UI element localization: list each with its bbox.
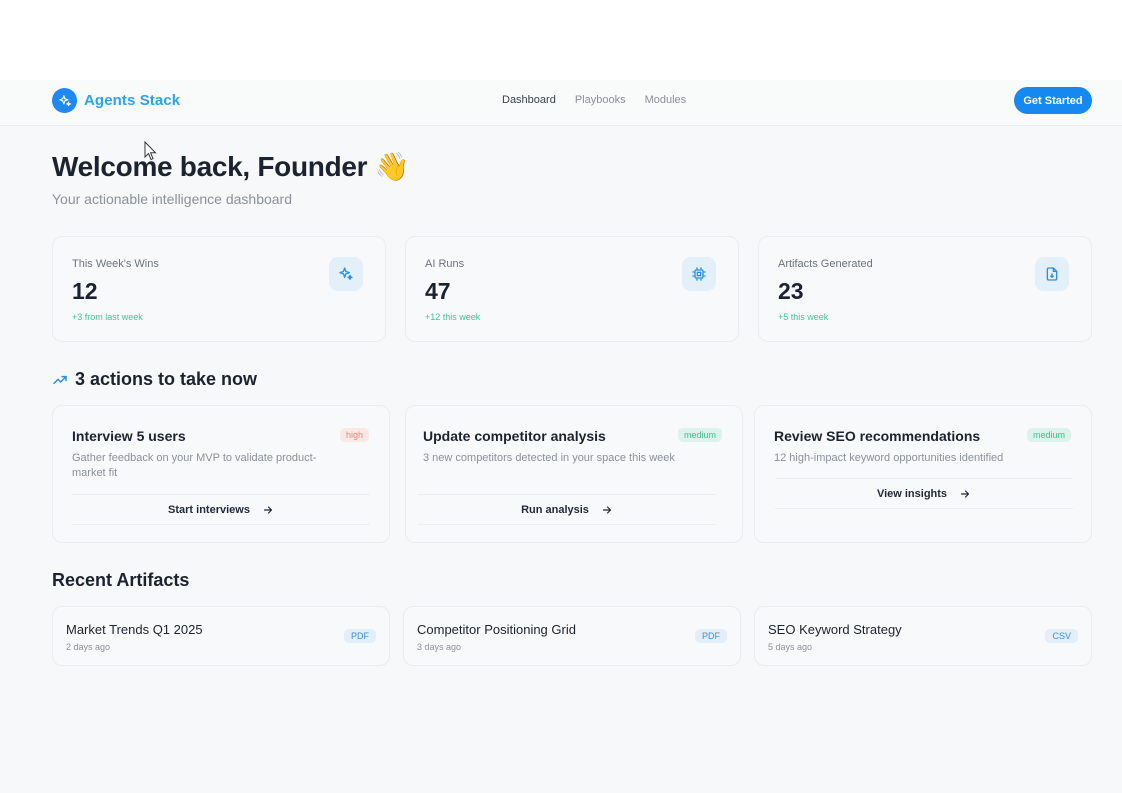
nav-playbooks[interactable]: Playbooks [575,94,626,106]
arrow-right-icon [959,488,971,500]
action-description: Gather feedback on your MVP to validate … [72,452,317,479]
action-title: Update competitor analysis [423,428,606,444]
artifact-name: SEO Keyword Strategy [768,622,902,637]
artifact-date: 3 days ago [417,642,462,652]
action-card-interview: Interview 5 users high Gather feedback o… [52,405,390,543]
artifact-card[interactable]: Competitor Positioning Grid 3 days ago P… [403,606,741,666]
artifact-name: Market Trends Q1 2025 [66,622,203,637]
actions-heading: 3 actions to take now [75,369,258,389]
nav-dashboard[interactable]: Dashboard [502,94,556,106]
action-description: 12 high-impact keyword opportunities ide… [774,452,1004,464]
start-interviews-button[interactable]: Start interviews [72,494,370,525]
artifact-date: 5 days ago [768,642,813,652]
run-analysis-button[interactable]: Run analysis [418,494,716,525]
sparkles-icon [52,88,77,113]
nav-modules[interactable]: Modules [645,94,687,106]
artifact-date: 2 days ago [66,642,111,652]
priority-badge: medium [677,428,722,442]
stat-value: 12 [72,278,98,304]
page-title: Welcome back, Founder 👋 [52,150,410,183]
sparkles-icon [329,257,363,291]
stat-change: +3 from last week [72,312,143,322]
stat-change: +12 this week [425,312,481,322]
file-type-badge: PDF [344,629,376,643]
action-card-competitor: Update competitor analysis medium 3 new … [405,405,743,543]
stat-value: 47 [425,278,451,304]
priority-badge: high [339,428,369,442]
button-label: Start interviews [168,503,250,516]
cpu-icon [682,257,716,291]
actions-section-title: 3 actions to take now [52,369,257,390]
brand-name: Agents Stack [84,92,181,109]
priority-badge: medium [1026,428,1071,442]
stat-label: This Week's Wins [72,258,159,270]
button-label: View insights [876,487,948,500]
stat-change: +5 this week [778,312,829,322]
action-card-seo: Review SEO recommendations medium 12 hig… [754,405,1092,543]
stat-value: 23 [778,278,804,304]
view-insights-button[interactable]: View insights [775,478,1073,509]
stat-card-ai-runs: AI Runs 47 +12 this week [405,236,739,342]
brand[interactable]: Agents Stack [52,88,180,113]
stat-card-artifacts: Artifacts Generated 23 +5 this week [758,236,1092,342]
file-type-badge: CSV [1045,629,1078,643]
file-icon [1035,257,1069,291]
get-started-button[interactable]: Get Started [1014,87,1092,114]
arrow-right-icon [601,504,613,516]
action-title: Interview 5 users [72,428,186,444]
stat-card-wins: This Week's Wins 12 +3 from last week [52,236,386,342]
trending-up-icon [52,372,68,388]
page-subtitle: Your actionable intelligence dashboard [52,191,292,207]
artifacts-section-title: Recent Artifacts [52,570,190,590]
artifact-card[interactable]: SEO Keyword Strategy 5 days ago CSV [754,606,1092,666]
artifact-card[interactable]: Market Trends Q1 2025 2 days ago PDF [52,606,390,666]
welcome-text: Welcome back, Founder [52,151,368,182]
main-nav: Dashboard Playbooks Modules [502,94,686,106]
action-title: Review SEO recommendations [774,428,981,444]
stat-label: Artifacts Generated [778,258,873,270]
stat-label: AI Runs [425,258,465,270]
waving-hand-emoji: 👋 [374,151,410,182]
file-type-badge: PDF [695,629,727,643]
action-description: 3 new competitors detected in your space… [423,452,675,464]
artifact-name: Competitor Positioning Grid [417,622,576,637]
button-label: Run analysis [521,503,589,516]
arrow-right-icon [262,504,274,516]
mouse-cursor-icon [144,140,158,166]
